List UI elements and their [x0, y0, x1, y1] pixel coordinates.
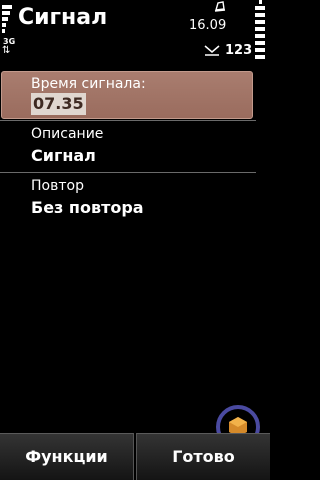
page-title: Сигнал — [18, 5, 108, 30]
description-value: Сигнал — [31, 146, 96, 165]
description-label: Описание — [31, 126, 104, 142]
date-display: 16.09 — [189, 18, 227, 33]
softkey-bar: Функции Готово — [0, 433, 270, 480]
done-button[interactable]: Готово — [136, 433, 270, 480]
status-bar: 3G ⇅ Сигнал 16.09 123 — [0, 0, 270, 66]
alarm-icon — [214, 1, 226, 12]
description-field[interactable]: Описание Сигнал — [0, 125, 270, 171]
options-button[interactable]: Функции — [0, 433, 134, 480]
divider — [0, 120, 256, 121]
divider — [0, 172, 256, 173]
battery-icon — [255, 4, 265, 62]
alarm-time-field[interactable]: Время сигнала: 07.35 — [0, 71, 270, 119]
alarm-time-value[interactable]: 07.35 — [31, 93, 86, 115]
signal-strength-icon — [2, 3, 12, 33]
repeat-field[interactable]: Повтор Без повтора — [0, 177, 270, 223]
alarm-time-label: Время сигнала: — [31, 76, 146, 92]
message-icon — [204, 45, 220, 56]
data-transfer-icon: ⇅ — [2, 45, 11, 56]
input-mode-indicator: 123 — [225, 43, 253, 58]
repeat-value: Без повтора — [31, 198, 144, 217]
repeat-label: Повтор — [31, 178, 84, 194]
